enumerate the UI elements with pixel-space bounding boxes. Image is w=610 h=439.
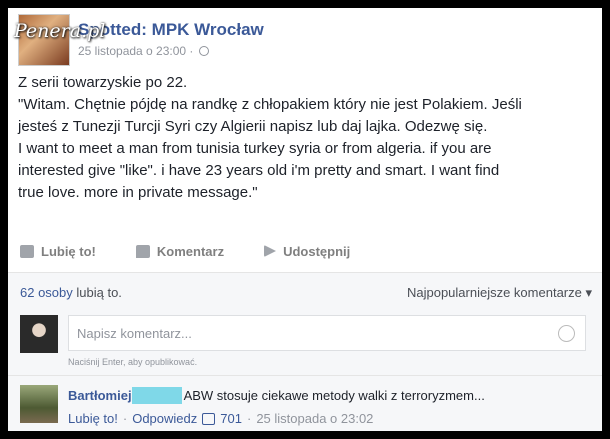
divider	[8, 375, 602, 376]
comment-button[interactable]: Komentarz	[135, 243, 225, 259]
share-label: Udostępnij	[283, 243, 351, 259]
comment-sort-dropdown[interactable]: Najpopularniejsze komentarze ▾	[407, 285, 592, 301]
enter-hint: Naciśnij Enter, aby opublikować.	[68, 357, 198, 367]
comment-label: Komentarz	[156, 243, 225, 259]
post-frame: Penera.pl Spotted: MPK Wrocław 25 listop…	[8, 8, 602, 431]
comment-input[interactable]: Napisz komentarz...	[68, 315, 586, 351]
comment-input-placeholder: Napisz komentarz...	[77, 326, 192, 341]
post-line: I want to meet a man from tunisia turkey…	[18, 140, 492, 157]
redacted-surname	[131, 387, 182, 404]
post-actions: Lubię to! Komentarz Udostępnij	[8, 236, 602, 266]
likes-count-link[interactable]: 62 osoby	[20, 285, 73, 300]
comment-text: ABW stosuje ciekawe metody walki z terro…	[183, 388, 485, 403]
post-line: jesteś z Tunezji Turcji Syri czy Algieri…	[18, 118, 488, 135]
like-button[interactable]: Lubię to!	[20, 244, 96, 259]
comment: Bartłomiej ABW stosuje ciekawe metody wa…	[68, 387, 485, 404]
comment-reply-link[interactable]: Odpowiedz	[132, 411, 197, 426]
post-body: Z serii towarzyskie po 22. "Witam. Chętn…	[18, 72, 593, 204]
commenter-avatar[interactable]	[20, 385, 58, 423]
thumbs-up-icon	[202, 412, 216, 425]
post-line: interested give "like". i have 23 years …	[18, 162, 500, 179]
like-label: Lubię to!	[41, 243, 96, 259]
separator-dot: ·	[246, 411, 252, 426]
likes-summary: 62 osoby lubią to.	[20, 285, 122, 300]
current-user-avatar	[20, 315, 58, 353]
emoji-icon[interactable]	[558, 325, 575, 342]
post-meta: 25 listopada o 23:00 ·	[78, 44, 210, 58]
comment-author[interactable]: Bartłomiej	[68, 388, 132, 403]
post-timestamp[interactable]: 25 listopada o 23:00 ·	[78, 44, 193, 58]
post-line: "Witam. Chętnie pójdę na randkę z chłopa…	[18, 96, 522, 113]
post-line: Z serii towarzyskie po 22.	[18, 74, 188, 91]
likes-suffix: lubią to.	[76, 285, 122, 300]
comment-meta: Lubię to! · Odpowiedz 701 · 25 listopada…	[68, 411, 373, 426]
comment-like-count[interactable]: 701	[220, 411, 242, 426]
watermark: Penera.pl	[14, 20, 106, 42]
comment-icon	[135, 244, 150, 258]
separator-dot: ·	[122, 411, 128, 426]
comments-area: 62 osoby lubią to. Najpopularniejsze kom…	[8, 272, 602, 431]
globe-icon	[199, 46, 210, 56]
thumbs-up-icon	[20, 244, 34, 258]
page-name-link[interactable]: Spotted: MPK Wrocław	[78, 20, 264, 40]
comment-time[interactable]: 25 listopada o 23:02	[256, 411, 373, 426]
share-icon	[264, 245, 277, 257]
post-line: true love. more in private message."	[18, 184, 258, 201]
comment-like-link[interactable]: Lubię to!	[68, 411, 118, 426]
share-button[interactable]: Udostępnij	[264, 244, 350, 259]
